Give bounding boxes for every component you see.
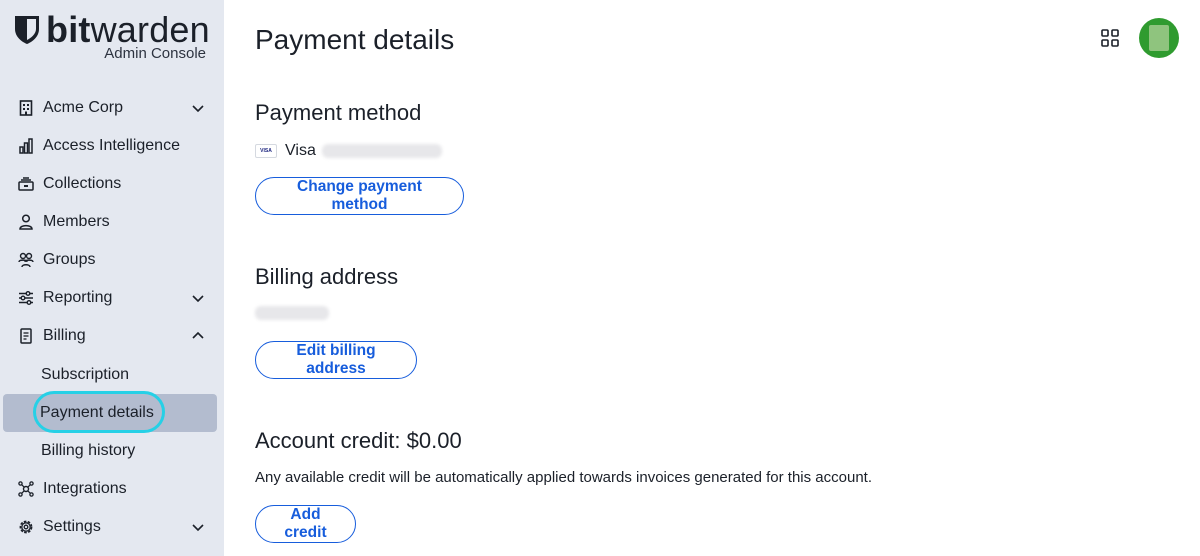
nav-label: Groups	[43, 251, 96, 268]
sliders-icon	[18, 290, 34, 306]
payment-card-row: VISA Visa	[255, 141, 442, 161]
integrations-icon	[18, 481, 34, 497]
nav-label: Integrations	[43, 480, 127, 497]
chevron-up-icon	[192, 331, 204, 339]
card-brand-label: Visa	[285, 142, 316, 159]
receipt-icon	[18, 328, 34, 344]
org-switcher-acme-corp[interactable]: Acme Corp	[4, 90, 216, 126]
collections-icon	[18, 176, 34, 192]
chevron-down-icon	[192, 295, 204, 303]
users-icon	[18, 252, 34, 268]
bar-chart-icon	[18, 138, 34, 154]
nav-label: Members	[43, 213, 110, 230]
user-icon	[18, 214, 34, 230]
redacted-billing-address	[255, 306, 329, 320]
brand-subtitle: Admin Console	[104, 45, 206, 62]
payment-method-heading: Payment method	[255, 100, 422, 125]
shield-logo-icon	[15, 16, 39, 44]
product-switcher-icon[interactable]	[1101, 29, 1119, 47]
edit-billing-address-button[interactable]: Edit billing address	[255, 341, 417, 379]
avatar[interactable]	[1139, 18, 1179, 58]
bitwarden-logo[interactable]: bitwarden Admin Console	[14, 9, 214, 64]
sidebar-item-members[interactable]: Members	[4, 204, 216, 240]
change-payment-method-button[interactable]: Change payment method	[255, 177, 464, 215]
account-credit-heading: Account credit: $0.00	[255, 428, 462, 453]
nav-label: Acme Corp	[43, 99, 124, 116]
sidebar-item-integrations[interactable]: Integrations	[4, 471, 216, 507]
redacted-card-number	[321, 144, 442, 158]
chevron-down-icon	[192, 524, 204, 532]
sidebar-item-access-intelligence[interactable]: Access Intelligence	[4, 128, 216, 164]
sidebar-item-reporting[interactable]: Reporting	[4, 280, 216, 316]
sidebar-subitem-subscription[interactable]: Subscription	[4, 356, 216, 394]
page-title: Payment details	[255, 24, 455, 55]
focus-highlight-ring	[33, 391, 165, 433]
sidebar-subitem-billing-history[interactable]: Billing history	[4, 432, 216, 470]
billing-address-heading: Billing address	[255, 264, 399, 289]
add-credit-button[interactable]: Add credit	[255, 505, 356, 543]
sidebar-item-groups[interactable]: Groups	[4, 242, 216, 278]
sidebar: bitwarden Admin Console Acme Corp Access…	[0, 0, 224, 556]
visa-card-icon: VISA	[255, 144, 277, 158]
nav-label: Billing history	[41, 442, 136, 459]
sidebar-item-collections[interactable]: Collections	[4, 166, 216, 202]
account-credit-description: Any available credit will be automatical…	[255, 469, 872, 486]
chevron-down-icon	[192, 105, 204, 113]
nav-label: Subscription	[41, 366, 130, 383]
nav-label: Settings	[43, 518, 101, 535]
nav-label: Collections	[43, 175, 122, 192]
sidebar-item-billing[interactable]: Billing	[4, 318, 216, 354]
building-icon	[18, 100, 34, 116]
sidebar-item-settings[interactable]: Settings	[4, 509, 216, 545]
nav-label: Reporting	[43, 289, 113, 306]
gear-icon	[18, 519, 34, 535]
avatar-image	[1149, 25, 1169, 51]
nav-label: Access Intelligence	[43, 137, 180, 154]
nav-label: Billing	[43, 327, 86, 344]
